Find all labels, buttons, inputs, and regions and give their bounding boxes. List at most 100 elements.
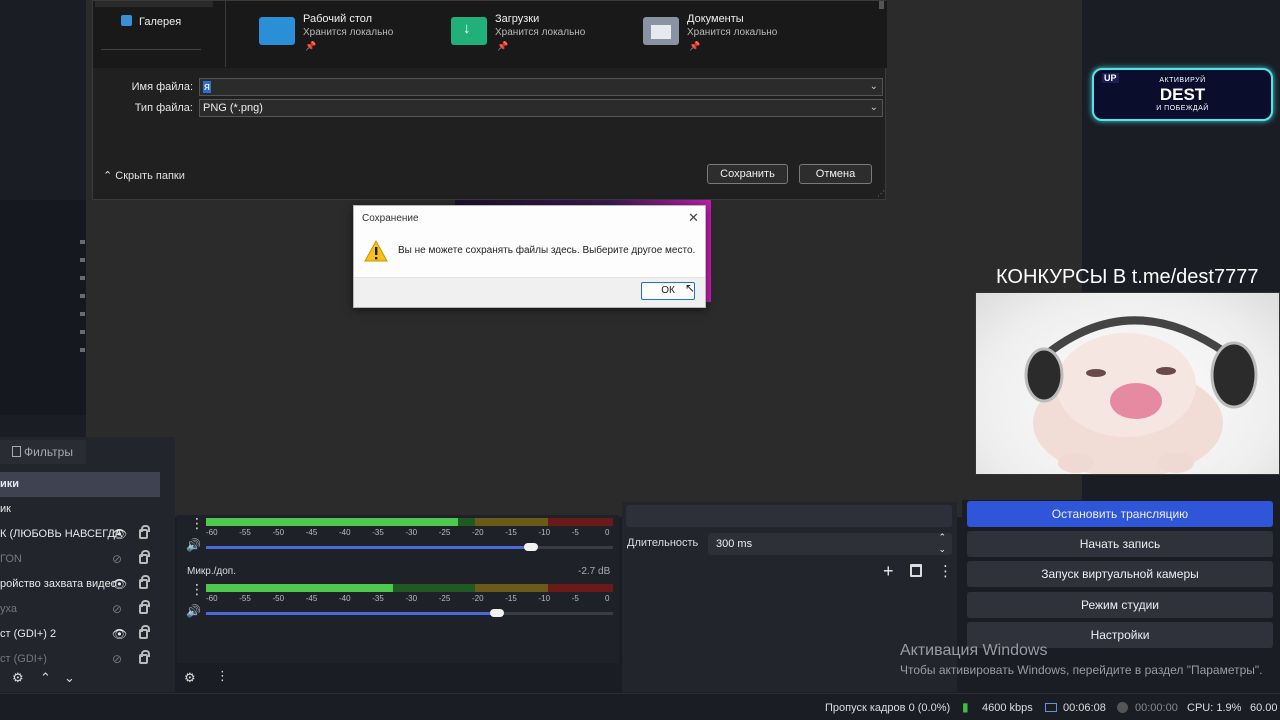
db-tick-label: -45	[305, 594, 318, 603]
cpu-usage: CPU: 1.9%	[1187, 702, 1242, 714]
source-label: ик	[0, 503, 11, 515]
eye-hidden-icon[interactable]: ⊘	[112, 547, 128, 572]
channel-menu-icon[interactable]: ⋮	[190, 582, 204, 596]
source-item[interactable]: К (ЛЮБОВЬ НАВСЕГДА 👁	[0, 522, 160, 547]
db-tick-label: -35	[372, 528, 384, 537]
level-meter-clip-zone	[547, 584, 613, 592]
mixer-menu-icon[interactable]: ⋮	[216, 668, 229, 684]
transition-select[interactable]	[626, 505, 952, 527]
channel-menu-icon[interactable]: ⋮	[190, 516, 204, 530]
db-tick-label: -15	[505, 528, 517, 537]
lock-icon[interactable]	[139, 550, 150, 564]
transition-menu-icon[interactable]: ⋮	[938, 562, 953, 580]
db-tick-label: -60	[206, 594, 218, 603]
start-record-button[interactable]: Начать запись	[967, 531, 1273, 557]
level-meter-clip-zone	[547, 518, 613, 526]
move-down-icon[interactable]: ⌄	[64, 670, 75, 686]
db-tick-label: -20	[472, 528, 484, 537]
delete-transition-icon[interactable]	[910, 564, 922, 577]
studio-mode-button[interactable]: Режим студии	[967, 592, 1273, 618]
close-icon[interactable]: ✕	[688, 210, 699, 226]
error-dialog: Сохранение ✕ Вы не можете сохранять файл…	[353, 205, 706, 308]
mixer-channel-name: Микр./доп.	[187, 566, 236, 577]
chevron-down-icon[interactable]: ⌄	[870, 100, 878, 116]
db-tick-label: -40	[339, 594, 351, 603]
chevron-down-icon[interactable]: ⌄	[870, 79, 878, 95]
bitrate: 4600 kbps	[982, 702, 1033, 714]
scrollbar[interactable]	[879, 1, 884, 9]
db-tick-label: -30	[405, 528, 418, 537]
level-meter-warning-zone	[474, 518, 548, 526]
lock-icon[interactable]	[139, 575, 150, 589]
add-transition-icon[interactable]: +	[883, 561, 894, 582]
cancel-button[interactable]: Отмена	[799, 164, 872, 184]
folder-status: Хранится локально	[303, 27, 394, 38]
volume-fader-fill[interactable]	[206, 546, 531, 549]
volume-fader-knob[interactable]	[523, 543, 538, 551]
eye-icon[interactable]: 👁	[112, 572, 128, 597]
db-tick-label: -5	[571, 528, 579, 537]
save-button[interactable]: Сохранить	[707, 164, 788, 184]
source-item[interactable]: ройство захвата видео 👁	[0, 572, 160, 597]
lock-icon[interactable]	[139, 600, 150, 614]
db-tick-label: -45	[305, 528, 318, 537]
downloads-folder-icon: ↓	[451, 17, 487, 45]
eye-hidden-icon[interactable]: ⊘	[112, 647, 128, 672]
source-item[interactable]: ст (GDI+) 2 👁	[0, 622, 160, 647]
stream-time: 00:06:08	[1063, 702, 1106, 714]
resize-grip-icon[interactable]: ⋰	[877, 189, 885, 198]
db-tick-label: -40	[339, 528, 351, 537]
error-dialog-title: Сохранение	[362, 213, 419, 224]
pin-icon: 📌	[305, 41, 317, 51]
filetype-select[interactable]: PNG (*.png) ⌄	[199, 99, 883, 117]
volume-fader-knob[interactable]	[489, 609, 504, 617]
activation-subtitle: Чтобы активировать Windows, перейдите в …	[900, 663, 1263, 677]
tab-filters[interactable]: Фильтры	[0, 440, 86, 464]
volume-icon[interactable]: 🔊	[186, 604, 201, 618]
sources-panel: ики ик К (ЛЮБОВЬ НАВСЕГДА 👁 ГОN ⊘ ройство захв…	[0, 437, 175, 692]
gallery-icon	[121, 15, 132, 26]
dropped-frames: Пропуск кадров 0 (0.0%)	[825, 702, 951, 714]
filename-field[interactable]: я ⌄	[199, 78, 883, 96]
lock-icon[interactable]	[139, 650, 150, 664]
source-item[interactable]: уха ⊘	[0, 597, 160, 622]
mixer-settings-icon[interactable]: ⚙	[184, 670, 196, 686]
source-label: ст (GDI+)	[0, 653, 47, 665]
promo-bottom-text: И ПОБЕЖДАЙ	[1156, 105, 1209, 112]
nav-gallery[interactable]: Галерея	[139, 16, 181, 28]
db-tick-label: -10	[538, 528, 551, 537]
source-item[interactable]: ики	[0, 472, 160, 497]
volume-fader-fill[interactable]	[206, 612, 497, 615]
lock-icon[interactable]	[139, 525, 150, 539]
folder-status: Хранится локально	[687, 27, 778, 38]
move-up-icon[interactable]: ⌃	[40, 670, 51, 686]
source-item[interactable]: ик	[0, 497, 160, 522]
mixer-channel-db: -2.7 dB	[578, 566, 611, 577]
db-tick-label: -50	[272, 528, 285, 537]
hide-folders-toggle[interactable]: ⌃ Скрыть папки	[103, 169, 185, 182]
db-tick-label: -35	[372, 594, 384, 603]
source-item[interactable]: ГОN ⊘	[0, 547, 160, 572]
chevron-up-icon: ⌃	[103, 170, 116, 182]
virtual-camera-button[interactable]: Запуск виртуальной камеры	[967, 561, 1273, 587]
promo-top-text: АКТИВИРУЙ	[1159, 77, 1206, 84]
eye-icon[interactable]: 👁	[112, 622, 128, 647]
stop-stream-button[interactable]: Остановить трансляцию	[967, 501, 1273, 527]
lock-icon[interactable]	[139, 625, 150, 639]
filename-value: я	[203, 81, 211, 93]
spin-arrows-icon[interactable]: ⌃ ⌄	[938, 531, 946, 555]
nav-selected-item[interactable]	[95, 1, 213, 7]
hide-folders-label: Скрыть папки	[115, 170, 185, 182]
volume-icon[interactable]: 🔊	[186, 538, 201, 552]
fps: 60.00	[1250, 702, 1278, 714]
source-item[interactable]: ст (GDI+) ⊘	[0, 647, 160, 672]
eye-hidden-icon[interactable]: ⊘	[112, 597, 128, 622]
source-settings-gear-icon[interactable]: ⚙	[12, 670, 24, 686]
status-bar: Пропуск кадров 0 (0.0%) ▮ 4600 kbps 00:0…	[0, 693, 1280, 720]
duration-input[interactable]: 300 ms ⌃ ⌄	[708, 531, 952, 555]
desktop-folder-icon	[259, 17, 295, 45]
source-label: уха	[0, 603, 17, 615]
source-label: ст (GDI+) 2	[0, 628, 57, 640]
eye-icon[interactable]: 👁	[112, 522, 128, 547]
nav-splitter[interactable]	[225, 1, 226, 67]
